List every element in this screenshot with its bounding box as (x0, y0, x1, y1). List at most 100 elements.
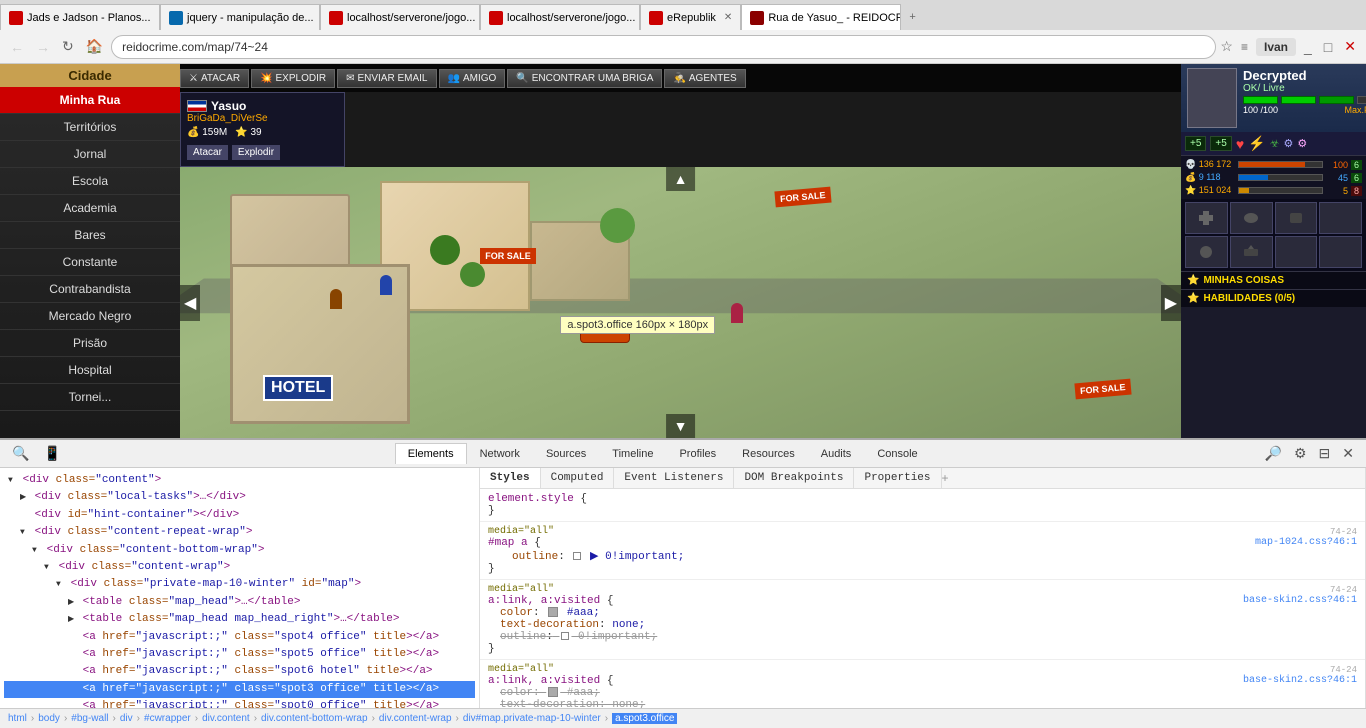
html-line-3[interactable]: <div class="content-repeat-wrap"> (4, 524, 475, 541)
devtools-search-button[interactable]: 🔎 (1261, 443, 1286, 464)
breadcrumb-html[interactable]: html (8, 713, 27, 724)
reload-button[interactable]: ↻ (58, 36, 78, 57)
device-mode-button[interactable]: 📱 (39, 443, 64, 464)
html-line-0[interactable]: <div class="content"> (4, 472, 475, 489)
nav-item-escola[interactable]: Escola (0, 168, 180, 195)
item-slot-6[interactable] (1230, 236, 1273, 268)
html-line-6[interactable]: <div class="private-map-10-winter" id="m… (4, 576, 475, 593)
tab-resources[interactable]: Resources (729, 443, 808, 464)
nav-item-prisao[interactable]: Prisão (0, 330, 180, 357)
breadcrumb-div[interactable]: div (120, 713, 133, 724)
html-line-8[interactable]: <table class="map_head map_head_right">…… (4, 611, 475, 628)
add-style-button[interactable]: + (942, 468, 949, 488)
alink-source-2[interactable]: base-skin2.css?46:1 (1243, 675, 1357, 687)
item-slot-2[interactable] (1230, 202, 1273, 234)
item-slot-1[interactable] (1185, 202, 1228, 234)
nav-item-bares[interactable]: Bares (0, 222, 180, 249)
html-line-9[interactable]: <a href="javascript:;" class="spot4 offi… (4, 629, 475, 646)
nav-down[interactable]: ▼ (666, 414, 696, 438)
st-tab-dom-breakpoints[interactable]: DOM Breakpoints (734, 468, 854, 488)
devtools-close-button[interactable]: ✕ (1338, 443, 1358, 464)
html-line-10[interactable]: <a href="javascript:;" class="spot5 offi… (4, 646, 475, 663)
nav-item-academia[interactable]: Academia (0, 195, 180, 222)
tab-timeline[interactable]: Timeline (599, 443, 666, 464)
nav-item-territorios[interactable]: Territórios (0, 114, 180, 141)
html-line-12[interactable]: <a href="javascript:;" class="spot3 offi… (4, 681, 475, 698)
nav-item-mercado-negro[interactable]: Mercado Negro (0, 303, 180, 330)
tab-5-close[interactable]: ✕ (724, 12, 732, 23)
popup-explode-btn[interactable]: Explodir (232, 145, 280, 160)
html-line-4[interactable]: <div class="content-bottom-wrap"> (4, 542, 475, 559)
inspect-element-button[interactable]: 🔍 (8, 443, 33, 464)
forward-button[interactable]: → (32, 37, 54, 57)
tab-audits[interactable]: Audits (808, 443, 865, 464)
game-map[interactable]: HOTEL FOR SALE FOR SALE FOR SALE ◀ ▶ ▲ ▼… (180, 167, 1181, 438)
item-slot-8[interactable] (1319, 236, 1362, 268)
breadcrumb-bg-wall[interactable]: #bg-wall (71, 713, 108, 724)
tab-1[interactable]: Jads e Jadson - Planos... ✕ (0, 4, 160, 30)
tab-2[interactable]: jquery - manipulação de... ✕ (160, 4, 320, 30)
nav-item-constante[interactable]: Constante (0, 249, 180, 276)
st-tab-styles[interactable]: Styles (480, 468, 541, 488)
send-email-button[interactable]: ✉ ENVIAR EMAIL (337, 69, 436, 88)
tab-5[interactable]: eRepublik ✕ (640, 4, 741, 30)
devtools-dock-button[interactable]: ⊟ (1315, 443, 1335, 464)
explode-button[interactable]: 💥 EXPLODIR (251, 69, 335, 88)
st-tab-event-listeners[interactable]: Event Listeners (614, 468, 734, 488)
bookmark-button[interactable]: ☆ (1220, 38, 1233, 55)
tab-console[interactable]: Console (864, 443, 930, 464)
tab-6[interactable]: Rua de Yasuo_ - REIDOCRI... ✕ (741, 4, 901, 30)
stat-plus-5-2[interactable]: +5 (1210, 136, 1231, 151)
tab-4[interactable]: localhost/serverone/jogo... ✕ (480, 4, 640, 30)
nav-left[interactable]: ◀ (180, 285, 200, 321)
attack-button[interactable]: ⚔ ATACAR (180, 69, 249, 88)
item-slot-3[interactable] (1275, 202, 1318, 234)
breadcrumb-divcontent[interactable]: div.content (202, 713, 250, 724)
breadcrumb-content-wrap[interactable]: div.content-wrap (379, 713, 452, 724)
nav-item-hospital[interactable]: Hospital (0, 357, 180, 384)
find-fight-button[interactable]: 🔍 ENCONTRAR UMA BRIGA (507, 69, 662, 88)
item-slot-7[interactable] (1275, 236, 1318, 268)
menu-button[interactable]: ≡ (1237, 38, 1252, 56)
tab-profiles[interactable]: Profiles (666, 443, 729, 464)
nav-item-contrabandista[interactable]: Contrabandista (0, 276, 180, 303)
breadcrumb-spot3[interactable]: a.spot3.office (612, 713, 677, 724)
html-line-11[interactable]: <a href="javascript:;" class="spot6 hote… (4, 663, 475, 680)
devtools-settings-button[interactable]: ⚙ (1290, 443, 1311, 464)
friend-button[interactable]: 👥 AMIGO (439, 69, 506, 88)
agents-button[interactable]: 🕵 AGENTES (664, 69, 745, 88)
html-line-2[interactable]: <div id="hint-container"></div> (4, 507, 475, 524)
window-restore[interactable]: □ (1320, 37, 1336, 57)
breadcrumb-content-bottom-wrap[interactable]: div.content-bottom-wrap (261, 713, 368, 724)
item-slot-4[interactable] (1319, 202, 1362, 234)
html-line-1[interactable]: <div class="local-tasks">…</div> (4, 489, 475, 506)
tab-elements[interactable]: Elements (395, 443, 467, 464)
map-a-source[interactable]: map-1024.css?46:1 (1255, 537, 1357, 549)
new-tab-button[interactable]: + (901, 4, 923, 30)
back-button[interactable]: ← (6, 37, 28, 57)
item-slot-5[interactable] (1185, 236, 1228, 268)
home-button[interactable]: 🏠 (82, 36, 107, 57)
alink-source-1[interactable]: base-skin2.css?46:1 (1243, 595, 1357, 607)
breadcrumb-body[interactable]: body (38, 713, 60, 724)
tab-3[interactable]: localhost/serverone/jogo... ✕ (320, 4, 480, 30)
html-line-5[interactable]: <div class="content-wrap"> (4, 559, 475, 576)
breadcrumb-map[interactable]: div#map.private-map-10-winter (463, 713, 601, 724)
stat-plus-5-1[interactable]: +5 (1185, 136, 1206, 151)
st-tab-properties[interactable]: Properties (854, 468, 941, 488)
window-close[interactable]: ✕ (1340, 36, 1360, 57)
nav-item-minha-rua[interactable]: Minha Rua (0, 87, 180, 114)
nav-up[interactable]: ▲ (666, 167, 696, 191)
html-line-13[interactable]: <a href="javascript:;" class="spot0 offi… (4, 698, 475, 708)
nav-item-jornal[interactable]: Jornal (0, 141, 180, 168)
breadcrumb-cwrapper[interactable]: #cwrapper (144, 713, 191, 724)
html-line-7[interactable]: <table class="map_head">…</table> (4, 594, 475, 611)
window-minimize[interactable]: _ (1300, 37, 1316, 57)
tab-sources[interactable]: Sources (533, 443, 599, 464)
tab-network[interactable]: Network (467, 443, 533, 464)
st-tab-computed[interactable]: Computed (541, 468, 615, 488)
popup-attack-btn[interactable]: Atacar (187, 145, 228, 160)
nav-right[interactable]: ▶ (1161, 285, 1181, 321)
address-input[interactable] (111, 35, 1216, 59)
nav-item-tornei[interactable]: Tornei... (0, 384, 180, 411)
